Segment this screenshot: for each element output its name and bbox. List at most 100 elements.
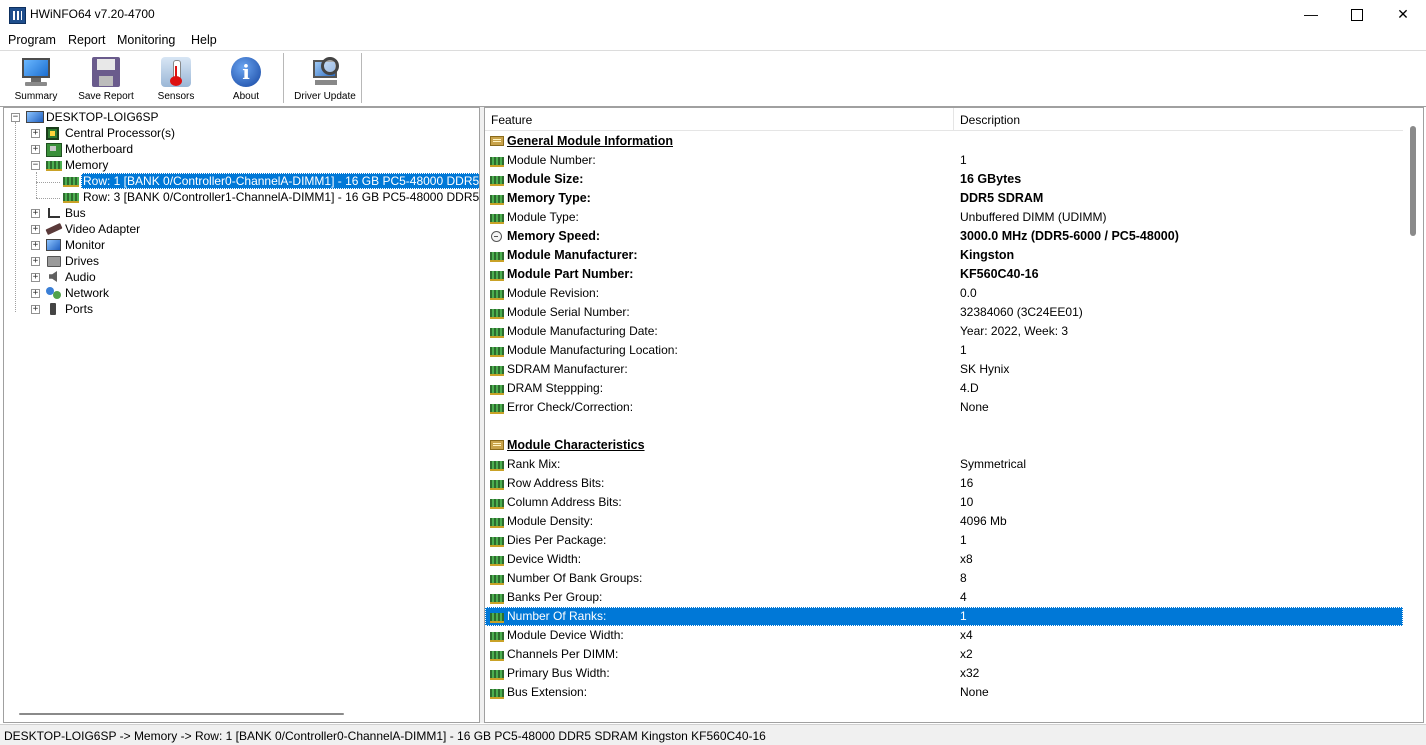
tree-root[interactable]: − DESKTOP-LOIG6SP [4, 109, 474, 125]
tree-item-cpu[interactable]: + Central Processor(s) [4, 125, 474, 141]
menu-report[interactable]: Report [68, 33, 106, 47]
expand-icon[interactable]: + [31, 225, 40, 234]
summary-label: Summary [14, 91, 58, 102]
device-tree[interactable]: − DESKTOP-LOIG6SP + Central Processor(s)… [3, 107, 480, 723]
column-header-description[interactable]: Description [960, 113, 1020, 127]
close-button[interactable]: ✕ [1380, 0, 1426, 30]
feature-value: Symmetrical [960, 457, 1027, 471]
feature-value: SK Hynix [960, 362, 1010, 376]
feature-row[interactable]: Module Device Width: x4 [485, 626, 1403, 645]
about-button[interactable]: i About [220, 54, 272, 104]
feature-value: 1 [960, 153, 967, 167]
tree-root-label: DESKTOP-LOIG6SP [46, 110, 159, 124]
feature-row[interactable]: Module Manufacturing Date: Year: 2022, We… [485, 322, 1403, 341]
feature-row[interactable]: Number Of Ranks: 1 [485, 607, 1403, 626]
close-icon: ✕ [1397, 6, 1409, 22]
feature-row[interactable]: Module Serial Number: 32384060 (3C24EE01) [485, 303, 1403, 322]
toolbar-separator [361, 53, 362, 103]
sensors-button[interactable]: Sensors [150, 54, 202, 104]
feature-row[interactable]: Dies Per Package: 1 [485, 531, 1403, 550]
clock-icon [491, 231, 502, 242]
feature-name: Module Density: [507, 514, 594, 528]
feature-row[interactable]: Bus Extension: None [485, 683, 1403, 702]
expand-icon[interactable]: + [31, 145, 40, 154]
expand-icon[interactable]: + [31, 129, 40, 138]
column-divider[interactable] [953, 108, 954, 130]
tree-item-video-adapter[interactable]: + Video Adapter [4, 221, 474, 237]
memory-module-icon [490, 651, 504, 661]
tree-horizontal-scrollbar[interactable] [19, 713, 344, 715]
feature-row[interactable]: Error Check/Correction: None [485, 398, 1403, 417]
column-header-feature[interactable]: Feature [491, 113, 532, 127]
monitor-icon [20, 56, 52, 88]
memory-module-icon [490, 499, 504, 509]
expand-icon[interactable]: + [31, 273, 40, 282]
feature-row[interactable]: Number Of Bank Groups: 8 [485, 569, 1403, 588]
expand-icon[interactable]: + [31, 289, 40, 298]
feature-value: KF560C40-16 [960, 267, 1039, 281]
tree-item-label: Ports [65, 302, 94, 316]
feature-row[interactable]: DRAM Steppping: 4.D [485, 379, 1403, 398]
feature-row[interactable]: Module Revision: 0.0 [485, 284, 1403, 303]
menu-program[interactable]: Program [8, 33, 56, 47]
feature-row[interactable]: SDRAM Manufacturer: SK Hynix [485, 360, 1403, 379]
feature-value: Unbuffered DIMM (UDIMM) [960, 210, 1107, 224]
expand-icon[interactable]: + [31, 257, 40, 266]
tree-item-memory[interactable]: − Memory [4, 157, 474, 173]
section-header-row[interactable]: Module Characteristics [485, 436, 1403, 455]
summary-button[interactable]: Summary [8, 54, 64, 104]
feature-row[interactable]: Channels Per DIMM: x2 [485, 645, 1403, 664]
feature-row[interactable]: Module Number: 1 [485, 151, 1403, 170]
tree-item-ports[interactable]: + Ports [4, 301, 474, 317]
feature-row[interactable]: Module Size: 16 GBytes [485, 170, 1403, 189]
tree-item-monitor[interactable]: + Monitor [4, 237, 474, 253]
scrollbar-thumb[interactable] [1410, 126, 1416, 236]
feature-row[interactable]: Rank Mix: Symmetrical [485, 455, 1403, 474]
maximize-button[interactable] [1334, 0, 1380, 30]
feature-row[interactable]: Module Manufacturing Location: 1 [485, 341, 1403, 360]
memory-module-icon [490, 613, 504, 623]
feature-row[interactable]: Column Address Bits: 10 [485, 493, 1403, 512]
feature-value: 1 [960, 533, 967, 547]
menu-help[interactable]: Help [191, 33, 217, 47]
feature-row[interactable]: Primary Bus Width: x32 [485, 664, 1403, 683]
tree-item-motherboard[interactable]: + Motherboard [4, 141, 474, 157]
feature-name: Primary Bus Width: [507, 666, 610, 680]
expand-icon[interactable]: + [31, 209, 40, 218]
memory-module-icon [490, 632, 504, 642]
feature-row[interactable]: Row Address Bits: 16 [485, 474, 1403, 493]
feature-row[interactable]: Module Density: 4096 Mb [485, 512, 1403, 531]
network-icon [46, 287, 54, 295]
memory-module-icon [490, 271, 504, 281]
feature-row[interactable]: Banks Per Group: 4 [485, 588, 1403, 607]
tree-item-audio[interactable]: + Audio [4, 269, 474, 285]
tree-item-drives[interactable]: + Drives [4, 253, 474, 269]
minimize-button[interactable]: — [1288, 0, 1334, 30]
save-report-button[interactable]: Save Report [74, 54, 138, 104]
memory-icon [46, 161, 62, 171]
memory-module-icon [490, 537, 504, 547]
feature-value: x32 [960, 666, 980, 680]
tree-item-bus[interactable]: + Bus [4, 205, 474, 221]
driver-update-button[interactable]: Driver Update [290, 54, 360, 104]
section-header-row[interactable]: General Module Information [485, 132, 1403, 151]
feature-row[interactable]: Memory Type: DDR5 SDRAM [485, 189, 1403, 208]
feature-row[interactable]: Module Part Number: KF560C40-16 [485, 265, 1403, 284]
feature-row[interactable]: Device Width: x8 [485, 550, 1403, 569]
menu-monitoring[interactable]: Monitoring [117, 33, 175, 47]
vertical-scrollbar[interactable] [1403, 108, 1423, 722]
expand-icon[interactable]: + [31, 305, 40, 314]
tree-item-memory-row-1[interactable]: Row: 1 [BANK 0/Controller0-ChannelA-DIMM… [4, 173, 479, 189]
feature-row[interactable]: Module Manufacturer: Kingston [485, 246, 1403, 265]
feature-name: Module Revision: [507, 286, 600, 300]
expand-icon[interactable]: + [31, 241, 40, 250]
feature-row[interactable]: Module Type: Unbuffered DIMM (UDIMM) [485, 208, 1403, 227]
collapse-icon[interactable]: − [31, 161, 40, 170]
tree-item-memory-row-3[interactable]: Row: 3 [BANK 0/Controller1-ChannelA-DIMM… [4, 189, 479, 205]
feature-row[interactable]: Memory Speed: 3000.0 MHz (DDR5-6000 / PC5… [485, 227, 1403, 246]
tree-item-label: Video Adapter [65, 222, 141, 236]
feature-value: 10 [960, 495, 974, 509]
feature-value: 16 GBytes [960, 172, 1022, 186]
collapse-icon[interactable]: − [11, 113, 20, 122]
tree-item-network[interactable]: + Network [4, 285, 474, 301]
